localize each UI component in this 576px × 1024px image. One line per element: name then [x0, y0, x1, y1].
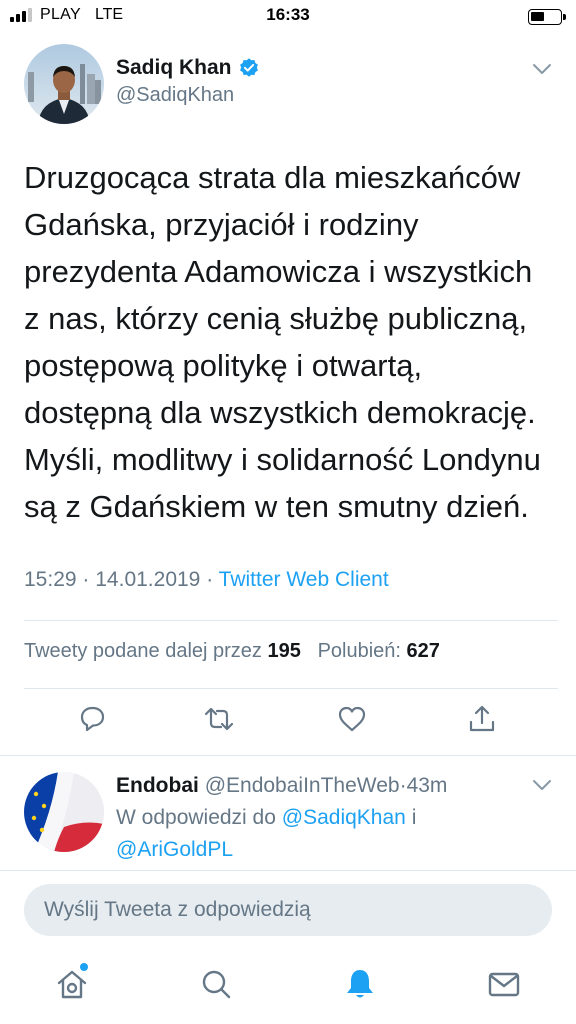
reply-time: 43m: [406, 774, 448, 797]
retweets-stat[interactable]: Tweety podane dalej przez 195: [24, 640, 306, 662]
tweet-date: 14.01.2019: [95, 568, 201, 591]
status-bar: PLAY LTE 16:33: [0, 0, 576, 34]
bell-icon[interactable]: [342, 966, 378, 1002]
divider: [24, 688, 558, 689]
reply-header: Endobai @EndobaiInTheWeb·43m: [116, 770, 552, 802]
author-name: Sadiq Khan: [116, 56, 260, 80]
reply-context: W odpowiedzi do @SadiqKhan i @AriGoldPL: [116, 802, 552, 866]
reply-compose-bar[interactable]: [24, 884, 552, 936]
section-divider: [0, 755, 576, 756]
tweet-text-line: z nas, którzy cenią służbę publiczną,: [24, 301, 528, 336]
reply-body: Endobai @EndobaiInTheWeb·43m W odpowiedz…: [116, 770, 552, 866]
meta-separator: ·: [206, 568, 214, 591]
tweet-header: Sadiq Khan @SadiqKhan: [24, 44, 552, 126]
tab-bar: [0, 952, 576, 1024]
battery-icon: [528, 9, 566, 25]
reply-tweet[interactable]: Endobai @EndobaiInTheWeb·43m W odpowiedz…: [24, 770, 552, 861]
divider: [24, 620, 558, 621]
share-icon[interactable]: [466, 703, 498, 735]
tweet-text-line: Myśli, modlitwy i solidarność Londynu: [24, 442, 541, 477]
retweets-label: Tweety podane dalej przez: [24, 640, 262, 662]
reply-separator: ·: [399, 774, 407, 797]
mention-link[interactable]: @AriGoldPL: [116, 838, 233, 861]
author-name-text: Sadiq Khan: [116, 56, 232, 79]
retweet-icon[interactable]: [203, 703, 235, 735]
reply-author-name[interactable]: Endobai: [116, 774, 199, 797]
tweet-text-line: dostępną dla wszystkich demokrację.: [24, 395, 536, 430]
tweet-text-line: postępową politykę i otwartą,: [24, 348, 423, 383]
tweet-text-line: Gdańska, przyjaciół i rodziny: [24, 207, 419, 242]
tweet-client-link[interactable]: Twitter Web Client: [219, 568, 389, 591]
likes-stat[interactable]: Polubień: 627: [318, 640, 440, 662]
section-divider: [0, 870, 576, 871]
search-icon[interactable]: [198, 966, 234, 1002]
home-icon[interactable]: [54, 966, 90, 1002]
tweet-text-line: prezydenta Adamowicza i wszystkich: [24, 254, 533, 289]
chevron-down-icon[interactable]: [532, 62, 552, 76]
reply-context-conjunction: i: [411, 806, 417, 829]
tweet-text-line: są z Gdańskiem w ten smutny dzień.: [24, 489, 529, 524]
verified-badge-icon: [239, 58, 258, 77]
chevron-down-icon[interactable]: [532, 778, 552, 792]
retweets-count: 195: [267, 640, 301, 662]
likes-count: 627: [406, 640, 440, 662]
tweet-text: Druzgocąca strata dla mieszkańców Gdańsk…: [24, 154, 556, 530]
meta-separator: ·: [82, 568, 90, 591]
reply-icon[interactable]: [76, 703, 108, 735]
tweet-actions: [0, 703, 576, 743]
author-handle: @SadiqKhan: [116, 84, 235, 106]
heart-icon[interactable]: [336, 703, 368, 735]
mention-link[interactable]: @SadiqKhan: [282, 806, 406, 829]
reply-context-prefix: W odpowiedzi do: [116, 806, 276, 829]
reply-author-handle[interactable]: @EndobaiInTheWeb: [205, 774, 400, 797]
reply-avatar[interactable]: [24, 772, 104, 852]
avatar[interactable]: [24, 44, 104, 124]
tweet-meta: 15:29 · 14.01.2019 · Twitter Web Client: [24, 568, 389, 592]
likes-label: Polubień:: [317, 640, 401, 662]
new-content-dot: [80, 963, 88, 971]
tweet-text-line: Druzgocąca strata dla mieszkańców: [24, 160, 521, 195]
status-time: 16:33: [266, 5, 310, 24]
tweet-author[interactable]: Sadiq Khan @SadiqKhan: [116, 56, 260, 107]
tweet-stats: Tweety podane dalej przez 195 Polubień: …: [24, 640, 440, 663]
reply-input[interactable]: [24, 884, 552, 936]
envelope-icon[interactable]: [486, 966, 522, 1002]
tweet-time: 15:29: [24, 568, 77, 591]
